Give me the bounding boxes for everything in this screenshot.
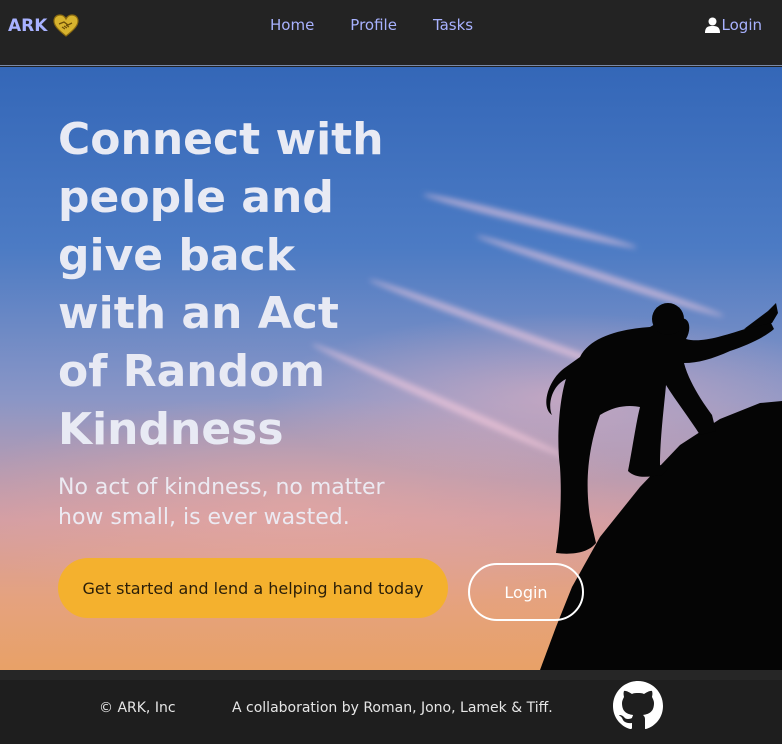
nav-login-label: Login <box>721 16 762 34</box>
footer-divider <box>0 670 782 680</box>
brand-name: ARK <box>8 16 48 36</box>
credits-text: A collaboration by Roman, Jono, Lamek & … <box>232 700 553 716</box>
nav-login-link[interactable]: Login <box>704 16 762 34</box>
nav-profile-link[interactable]: Profile <box>350 16 397 34</box>
github-icon[interactable] <box>612 680 664 730</box>
get-started-button[interactable]: Get started and lend a helping hand toda… <box>58 558 448 618</box>
hero-login-button[interactable]: Login <box>468 563 584 621</box>
brand-link[interactable]: ARK <box>8 14 80 38</box>
footer: © ARK, Inc A collaboration by Roman, Jon… <box>0 670 782 744</box>
user-icon <box>704 17 720 33</box>
hero-section: Connect with people and give back with a… <box>0 67 782 670</box>
hero-title: Connect with people and give back with a… <box>58 114 384 455</box>
navbar: ARK Home Profile Tasks Login <box>0 0 782 66</box>
copyright-text: © ARK, Inc <box>99 700 176 716</box>
hero-subtitle: No act of kindness, no matter how small,… <box>58 475 385 530</box>
nav-links: Home Profile Tasks <box>270 16 509 34</box>
nav-home-link[interactable]: Home <box>270 16 314 34</box>
nav-tasks-link[interactable]: Tasks <box>433 16 473 34</box>
heart-handshake-icon <box>53 14 80 37</box>
